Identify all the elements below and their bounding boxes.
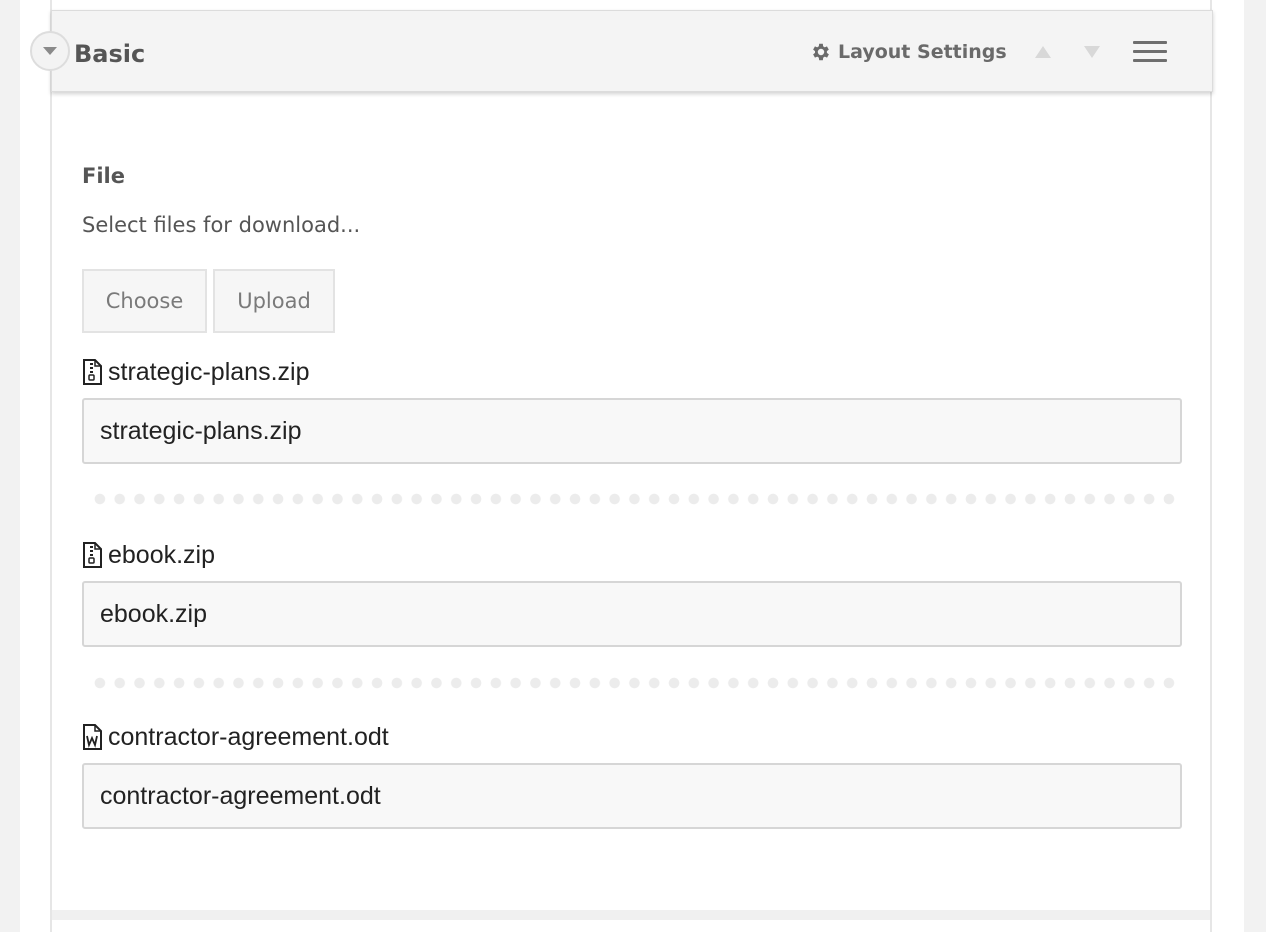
left-gutter [0, 0, 20, 932]
file-title-input[interactable] [82, 581, 1182, 647]
file-title-input[interactable] [82, 398, 1182, 464]
file-name: contractor-agreement.odt [108, 722, 389, 751]
section-title: Basic [74, 40, 146, 68]
file-entry: strategic-plans.zip [82, 357, 1182, 465]
file-separator[interactable] [90, 493, 1176, 505]
file-separator[interactable] [90, 677, 1176, 689]
hamburger-icon-bar [1133, 50, 1167, 53]
file-name: ebook.zip [108, 540, 216, 569]
choose-button[interactable]: Choose [82, 269, 207, 333]
triangle-up-icon [1035, 46, 1051, 58]
layout-settings-button[interactable]: Layout Settings [810, 36, 1007, 68]
file-title-input[interactable] [82, 763, 1182, 829]
right-gutter [1244, 0, 1266, 932]
file-name-row: strategic-plans.zip [82, 357, 309, 387]
word-file-icon [83, 724, 102, 750]
file-name-row: contractor-agreement.odt [82, 722, 389, 752]
move-down-button[interactable] [1081, 41, 1103, 63]
gear-icon [813, 43, 829, 61]
hamburger-icon-bar [1133, 41, 1167, 44]
section-menu-button[interactable] [1133, 41, 1167, 65]
zip-file-icon [83, 359, 102, 385]
file-field-label: File [82, 164, 125, 188]
triangle-down-icon [1084, 46, 1100, 58]
section-footer [52, 910, 1210, 920]
upload-button[interactable]: Upload [213, 269, 335, 333]
file-name: strategic-plans.zip [108, 357, 310, 386]
zip-file-icon [83, 542, 102, 568]
move-up-button[interactable] [1032, 41, 1054, 63]
caret-down-icon [43, 47, 57, 55]
file-entry: ebook.zip [82, 540, 1182, 648]
layout-settings-label: Layout Settings [838, 41, 1007, 63]
file-name-row: ebook.zip [82, 540, 215, 570]
file-field-help: Select files for download... [82, 213, 361, 237]
hamburger-icon-bar [1133, 59, 1167, 62]
file-entry: contractor-agreement.odt [82, 722, 1182, 830]
collapse-toggle-button[interactable] [30, 31, 70, 71]
